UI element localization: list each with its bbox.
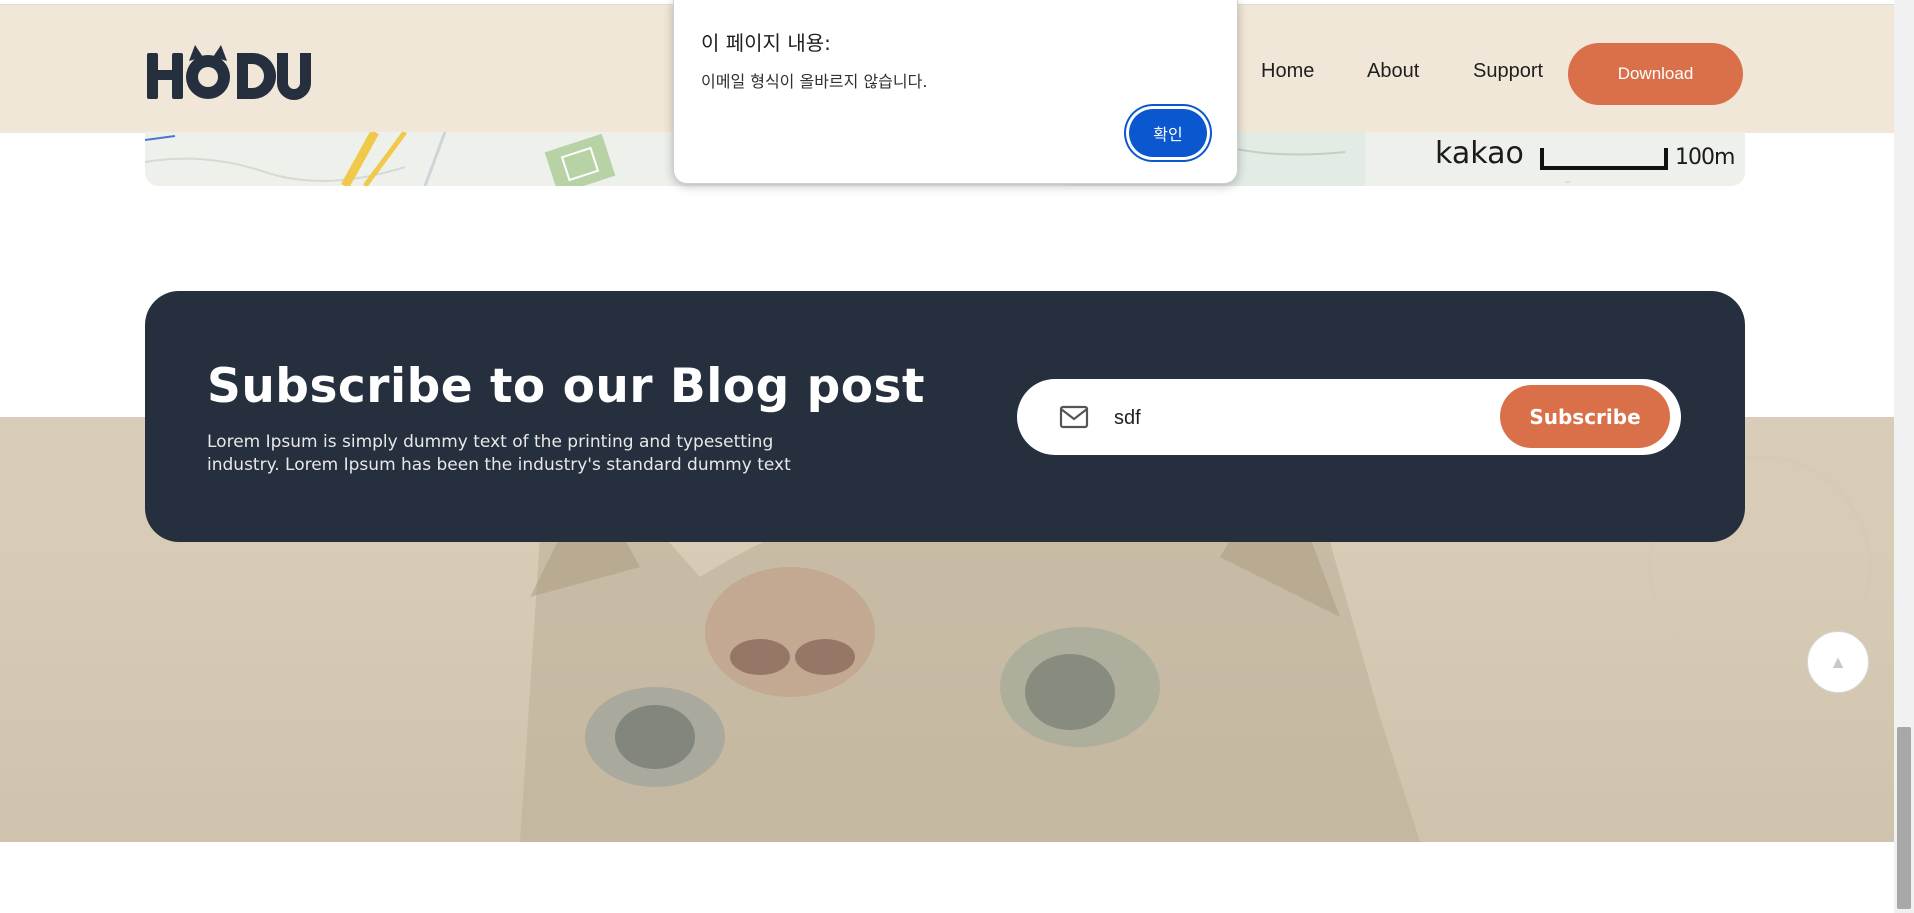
arrow-up-icon: ▲ [1829,651,1847,672]
hodu-cat-logo[interactable] [145,43,315,101]
email-input[interactable] [1112,399,1486,437]
scrollbar-thumb[interactable] [1897,727,1911,909]
mail-icon [1059,405,1089,429]
subscribe-section: Subscribe to our Blog post Lorem Ipsum i… [145,291,1745,542]
map-scale-label: 100m [1675,145,1735,170]
scroll-top-button[interactable]: ▲ [1807,631,1869,693]
subscribe-description: Lorem Ipsum is simply dummy text of the … [207,432,791,475]
alert-ok-button[interactable]: 확인 [1129,109,1207,157]
nav-about-link[interactable]: About [1367,60,1419,83]
map-scale-bar-icon [1540,148,1668,170]
alert-title: 이 페이지 내용: [701,31,831,55]
map-brand-label: kakao [1435,136,1524,171]
nav-support-link[interactable]: Support [1473,60,1543,83]
subscribe-form: Subscribe [1017,379,1681,455]
page-bottom-area [0,842,1894,913]
alert-dialog: 이 페이지 내용: 이메일 형식이 올바르지 않습니다. 확인 [673,0,1238,184]
alert-message: 이메일 형식이 올바르지 않습니다. [701,72,928,91]
download-button[interactable]: Download [1568,43,1743,105]
subscribe-button[interactable]: Subscribe [1500,385,1670,448]
subscribe-title: Subscribe to our Blog post [207,359,925,414]
nav-home-link[interactable]: Home [1261,60,1314,83]
logo-icon [147,45,311,100]
